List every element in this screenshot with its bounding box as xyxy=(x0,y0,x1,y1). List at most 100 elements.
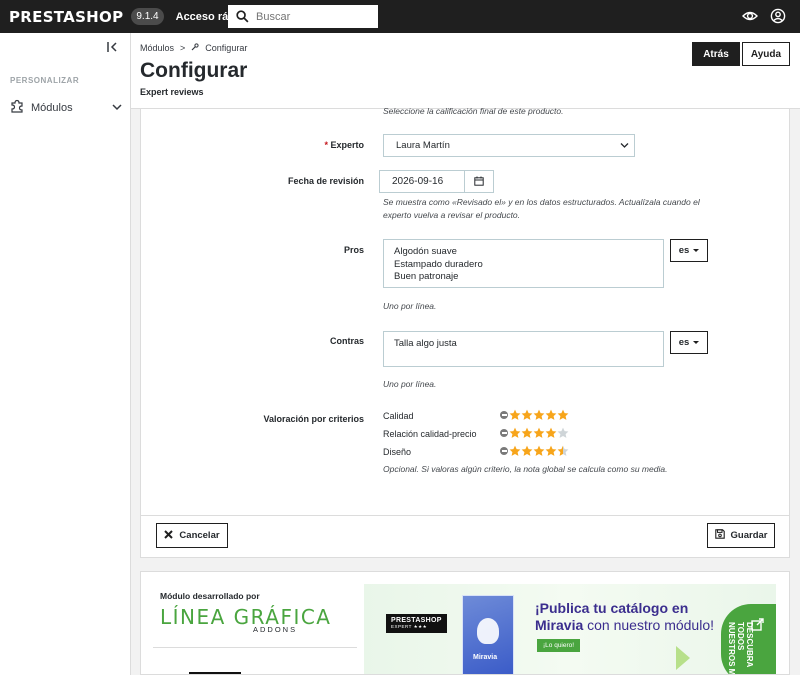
breadcrumb-separator: > xyxy=(180,43,186,53)
caret-down-icon xyxy=(693,249,700,252)
prestashop-expert-badge: PRESTASHOP EXPERT ★★★ xyxy=(386,614,447,633)
search-box[interactable] xyxy=(228,5,378,28)
pros-label: Pros xyxy=(343,245,364,255)
breadcrumb: Módulos > Configurar xyxy=(140,43,247,53)
product-box-image: Miravia xyxy=(462,595,514,674)
expert-label-text: Experto xyxy=(330,140,364,150)
star-icon[interactable] xyxy=(557,409,569,421)
banner-cta-button[interactable]: ¡Lo quiero! xyxy=(537,639,581,652)
linea-grafica-logo-sub: ADDONS xyxy=(253,625,298,634)
badge-subtitle: EXPERT ★★★ xyxy=(391,624,428,629)
star-icon[interactable] xyxy=(521,445,533,457)
star-icon[interactable] xyxy=(545,409,557,421)
star-icon[interactable] xyxy=(557,427,569,439)
review-date-input[interactable]: 2026-09-16 xyxy=(379,170,465,193)
star-icon[interactable] xyxy=(521,427,533,439)
close-icon xyxy=(164,529,174,542)
save-label: Guardar xyxy=(730,530,768,541)
reset-rating-icon[interactable] xyxy=(500,447,508,455)
reset-rating-icon[interactable] xyxy=(500,429,508,437)
cons-language-selector[interactable]: es xyxy=(670,331,708,354)
pros-line: Estampado duradero xyxy=(394,258,483,270)
star-icon[interactable] xyxy=(545,427,557,439)
banner-subheadline: Miravia con nuestro módulo! xyxy=(535,617,714,634)
star-icon[interactable] xyxy=(509,445,521,457)
cons-line: Talla algo justa xyxy=(394,338,457,349)
back-button[interactable]: Atrás xyxy=(692,42,740,66)
config-form-panel: Seleccione la calificación final de este… xyxy=(140,106,790,558)
cancel-label: Cancelar xyxy=(179,530,220,541)
module-developer-panel: Módulo desarrollado por LÍNEA GRÁFICA AD… xyxy=(140,571,790,675)
pros-language-label: es xyxy=(678,245,690,256)
search-input[interactable] xyxy=(256,10,366,23)
miravia-banner[interactable]: PRESTASHOP EXPERT ★★★ Miravia ¡Publica t… xyxy=(364,584,776,675)
discover-modules-tab[interactable]: DESCUBRA TODOS NUESTROS MÓ xyxy=(721,604,776,675)
discover-modules-text: DESCUBRA TODOS NUESTROS MÓ xyxy=(727,622,754,675)
criterion-stars[interactable] xyxy=(500,409,569,421)
criterion-stars[interactable] xyxy=(500,427,569,439)
product-box-label: Miravia xyxy=(473,654,498,661)
criteria-help-text: Opcional. Si valoras algún criterio, la … xyxy=(383,464,668,474)
star-icon[interactable] xyxy=(533,427,545,439)
pros-help-text: Uno por línea. xyxy=(383,301,437,311)
cancel-button[interactable]: Cancelar xyxy=(156,523,228,548)
wrench-icon xyxy=(191,43,199,53)
top-header: PRESTASHOP 9.1.4 Acceso rápido xyxy=(0,0,800,33)
save-button[interactable]: Guardar xyxy=(707,523,775,548)
page-subtitle: Expert reviews xyxy=(140,87,204,97)
caret-down-icon xyxy=(693,341,700,344)
help-button[interactable]: Ayuda xyxy=(742,42,790,66)
star-icon[interactable] xyxy=(509,409,521,421)
breadcrumb-current: Configurar xyxy=(205,43,248,53)
criterion-stars[interactable] xyxy=(500,445,569,457)
badge-title: PRESTASHOP xyxy=(391,617,442,624)
star-icon[interactable] xyxy=(557,445,569,457)
star-icon[interactable] xyxy=(533,409,545,421)
search-icon[interactable] xyxy=(228,10,256,23)
date-help-line-1: Se muestra como «Revisado el» y en los d… xyxy=(383,197,700,207)
criteria-rating-label: Valoración por criterios xyxy=(263,414,364,424)
prestashop-logo[interactable]: PRESTASHOP xyxy=(9,8,123,26)
banner-headline: ¡Publica tu catálogo en xyxy=(535,600,689,616)
breadcrumb-modules[interactable]: Módulos xyxy=(140,43,174,53)
sidebar-item-modules[interactable]: Módulos xyxy=(10,99,122,116)
pros-language-selector[interactable]: es xyxy=(670,239,708,262)
chevron-right-icon xyxy=(676,646,690,670)
criterion-name: Calidad xyxy=(383,411,414,421)
miravia-logo-icon xyxy=(477,618,499,644)
reset-rating-icon[interactable] xyxy=(500,411,508,419)
pros-textarea[interactable]: Algodón suave Estampado duradero Buen pa… xyxy=(383,239,664,288)
header-icons xyxy=(742,8,786,27)
star-icon[interactable] xyxy=(545,445,557,457)
rating-help-text: Seleccione la calificación final de este… xyxy=(383,106,564,116)
developed-by-label: Módulo desarrollado por xyxy=(160,591,260,601)
collapse-sidebar-icon[interactable] xyxy=(107,40,118,55)
cons-language-label: es xyxy=(678,337,690,348)
calendar-button[interactable] xyxy=(465,170,494,193)
sidebar-section-title: PERSONALIZAR xyxy=(10,76,80,85)
page-title: Configurar xyxy=(140,59,248,82)
cons-label: Contras xyxy=(329,336,364,346)
cons-help-text: Uno por línea. xyxy=(383,379,437,389)
chevron-down-icon xyxy=(112,102,122,114)
chevron-down-icon xyxy=(620,141,629,152)
criterion-name: Relación calidad-precio xyxy=(383,429,477,439)
banner-subheadline-rest: con nuestro módulo! xyxy=(583,617,714,633)
sidebar-item-label: Módulos xyxy=(31,101,73,114)
star-icon[interactable] xyxy=(521,409,533,421)
puzzle-icon xyxy=(10,99,24,116)
pros-line: Buen patronaje xyxy=(394,271,459,282)
linea-grafica-logo[interactable]: LÍNEA GRÁFICA xyxy=(160,605,332,629)
star-icon[interactable] xyxy=(509,427,521,439)
logo-divider xyxy=(153,647,357,648)
cons-textarea[interactable]: Talla algo justa xyxy=(383,331,664,367)
eye-icon[interactable] xyxy=(742,8,758,27)
external-link-icon xyxy=(751,618,764,634)
save-icon xyxy=(714,529,725,542)
expert-label: * Experto xyxy=(291,140,364,150)
expert-select-value: Laura Martín xyxy=(396,140,450,151)
date-help-line-2: experto vuelva a revisar el producto. xyxy=(383,210,521,220)
account-icon[interactable] xyxy=(770,8,786,27)
expert-select[interactable]: Laura Martín xyxy=(383,134,635,157)
star-icon[interactable] xyxy=(533,445,545,457)
